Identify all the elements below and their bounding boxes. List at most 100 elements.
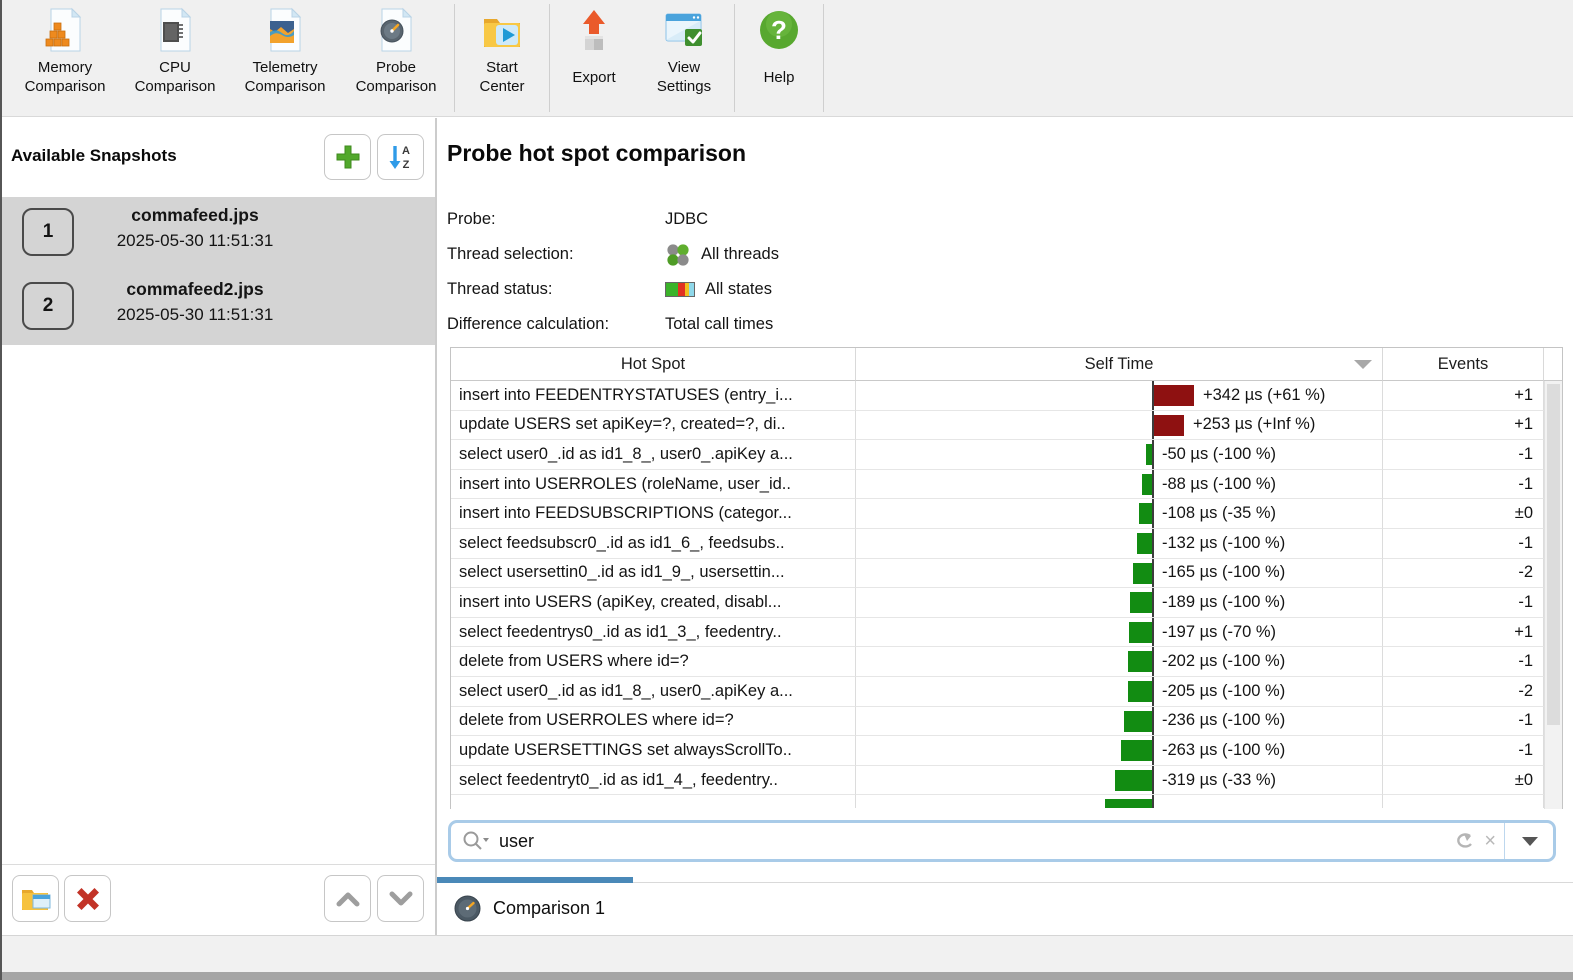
table-row[interactable]: select feedentrys0_.id as id1_3_, feeden… [451,618,1562,648]
table-row[interactable]: update USERSETTINGS set alwaysScrollTo..… [451,736,1562,766]
svg-text:?: ? [771,15,787,45]
table-row[interactable]: update USERS set apiKey=?, created=?, di… [451,411,1562,441]
selftime-bar [1115,770,1152,791]
table-search-field: × [448,820,1556,862]
selftime-bar [1137,533,1152,554]
help-icon: ? [756,7,802,53]
snapshot-item[interactable]: 2 commafeed2.jps 2025-05-30 11:51:31 [2,271,435,345]
toolbar-separator [734,4,735,112]
table-row[interactable]: insert into FEEDENTRYSTATUSES (entry_i..… [451,381,1562,411]
column-header-events[interactable]: Events [1383,348,1544,381]
table-row[interactable]: select feedsubscr0_.id as id1_6_, feedsu… [451,529,1562,559]
selftime-bar [1128,651,1152,672]
view-settings-button[interactable]: ViewSettings [636,0,732,116]
toolbar-button-label: TelemetryComparison [245,56,326,98]
snapshot-number-badge: 2 [22,282,74,330]
jprofiler-comparison-window: MemoryComparison CPUComparison [0,0,1573,980]
events-cell: ±0 [1383,766,1544,796]
sort-snapshots-button[interactable]: A Z [377,134,424,180]
telemetry-comparison-button[interactable]: TelemetryComparison [230,0,340,116]
selftime-cell: -263 µs (-100 %) [856,736,1383,766]
search-options-dropdown[interactable] [1513,823,1547,859]
clear-search-icon[interactable]: × [1484,831,1496,851]
export-icon [571,7,617,53]
events-cell: +1 [1383,411,1544,441]
tab-comparison-1[interactable]: Comparison 1 [437,883,605,933]
wrap-search-icon[interactable] [1450,829,1476,853]
remove-snapshot-button[interactable] [64,875,111,922]
sidebar-title: Available Snapshots [11,146,177,166]
cpu-comparison-button[interactable]: CPUComparison [120,0,230,116]
events-cell: -1 [1383,529,1544,559]
table-row[interactable]: select user0_.id as id1_8_, user0_.apiKe… [451,440,1562,470]
search-icon-area[interactable] [451,829,491,853]
column-header-selftime[interactable]: Self Time [856,348,1383,381]
selftime-bar [1121,740,1152,761]
events-cell: -1 [1383,588,1544,618]
table-row-clipped[interactable] [451,795,1562,808]
toolbar-separator [823,4,824,112]
zero-axis [1152,470,1154,499]
export-button[interactable]: Export [552,0,636,116]
probe-value: JDBC [665,210,708,229]
selftime-bar [1128,681,1152,702]
sidebar-divider [2,864,435,865]
tab-label: Comparison 1 [493,898,605,919]
selftime-value: -205 µs (-100 %) [1162,677,1285,706]
view-settings-icon [661,7,707,53]
search-icon [461,829,491,853]
table-row[interactable]: select usersettin0_.id as id1_9_, userse… [451,559,1562,589]
selftime-value: -50 µs (-100 %) [1162,440,1276,469]
selftime-cell: -132 µs (-100 %) [856,529,1383,559]
help-button[interactable]: ? Help [737,0,821,116]
table-row[interactable]: select user0_.id as id1_8_, user0_.apiKe… [451,677,1562,707]
move-down-button[interactable] [377,875,424,922]
table-row[interactable]: select feedentryt0_.id as id1_4_, feeden… [451,766,1562,796]
table-row[interactable]: insert into USERS (apiKey, created, disa… [451,588,1562,618]
snapshot-number-badge: 1 [22,208,74,256]
start-center-button[interactable]: StartCenter [457,0,547,116]
table-row[interactable]: delete from USERS where id=? -202 µs (-1… [451,647,1562,677]
events-cell: -1 [1383,647,1544,677]
thread-selection-label: Thread selection: [447,245,665,264]
zero-axis [1152,766,1154,795]
column-header-hotspot[interactable]: Hot Spot [451,348,856,381]
toolbar: MemoryComparison CPUComparison [2,0,1573,117]
open-folder-icon [20,884,52,914]
zero-axis [1152,529,1154,558]
toolbar-button-label: MemoryComparison [25,56,106,98]
hotspot-cell: select feedsubscr0_.id as id1_6_, feedsu… [451,529,856,559]
selftime-cell: -319 µs (-33 %) [856,766,1383,796]
open-snapshot-button[interactable] [12,875,59,922]
selftime-cell: -88 µs (-100 %) [856,470,1383,500]
toolbar-button-label: CPUComparison [135,56,216,98]
table-row[interactable]: insert into USERROLES (roleName, user_id… [451,470,1562,500]
scrollbar-thumb[interactable] [1547,384,1560,725]
table-row[interactable]: insert into FEEDSUBSCRIPTIONS (categor..… [451,499,1562,529]
selftime-cell: -197 µs (-70 %) [856,618,1383,648]
table-scrollbar[interactable] [1544,381,1562,809]
chevron-down-icon [387,887,415,911]
add-snapshot-button[interactable] [324,134,371,180]
events-cell: -1 [1383,470,1544,500]
dropdown-arrow-icon [1522,837,1538,846]
move-up-button[interactable] [324,875,371,922]
probe-comparison-button[interactable]: ProbeComparison [340,0,452,116]
memory-comparison-button[interactable]: MemoryComparison [10,0,120,116]
window-border-bottom [0,972,1573,980]
search-input[interactable] [491,830,1450,853]
table-row[interactable]: delete from USERROLES where id=? -236 µs… [451,707,1562,737]
snapshot-item[interactable]: 1 commafeed.jps 2025-05-30 11:51:31 [2,197,435,271]
selftime-value: -132 µs (-100 %) [1162,529,1285,558]
selftime-value: -197 µs (-70 %) [1162,618,1276,647]
selftime-cell: +342 µs (+61 %) [856,381,1383,411]
toolbar-separator [454,4,455,112]
snapshot-name: commafeed2.jps [90,279,300,300]
comparison-meta: Probe: JDBC Thread selection: All thread… [447,202,779,342]
events-cell: -2 [1383,559,1544,589]
toolbar-button-label: Export [572,56,615,98]
hotspot-cell: select user0_.id as id1_8_, user0_.apiKe… [451,440,856,470]
selftime-value: -263 µs (-100 %) [1162,736,1285,765]
thread-selection-value: All threads [701,245,779,264]
selftime-value: +342 µs (+61 %) [1203,381,1325,410]
